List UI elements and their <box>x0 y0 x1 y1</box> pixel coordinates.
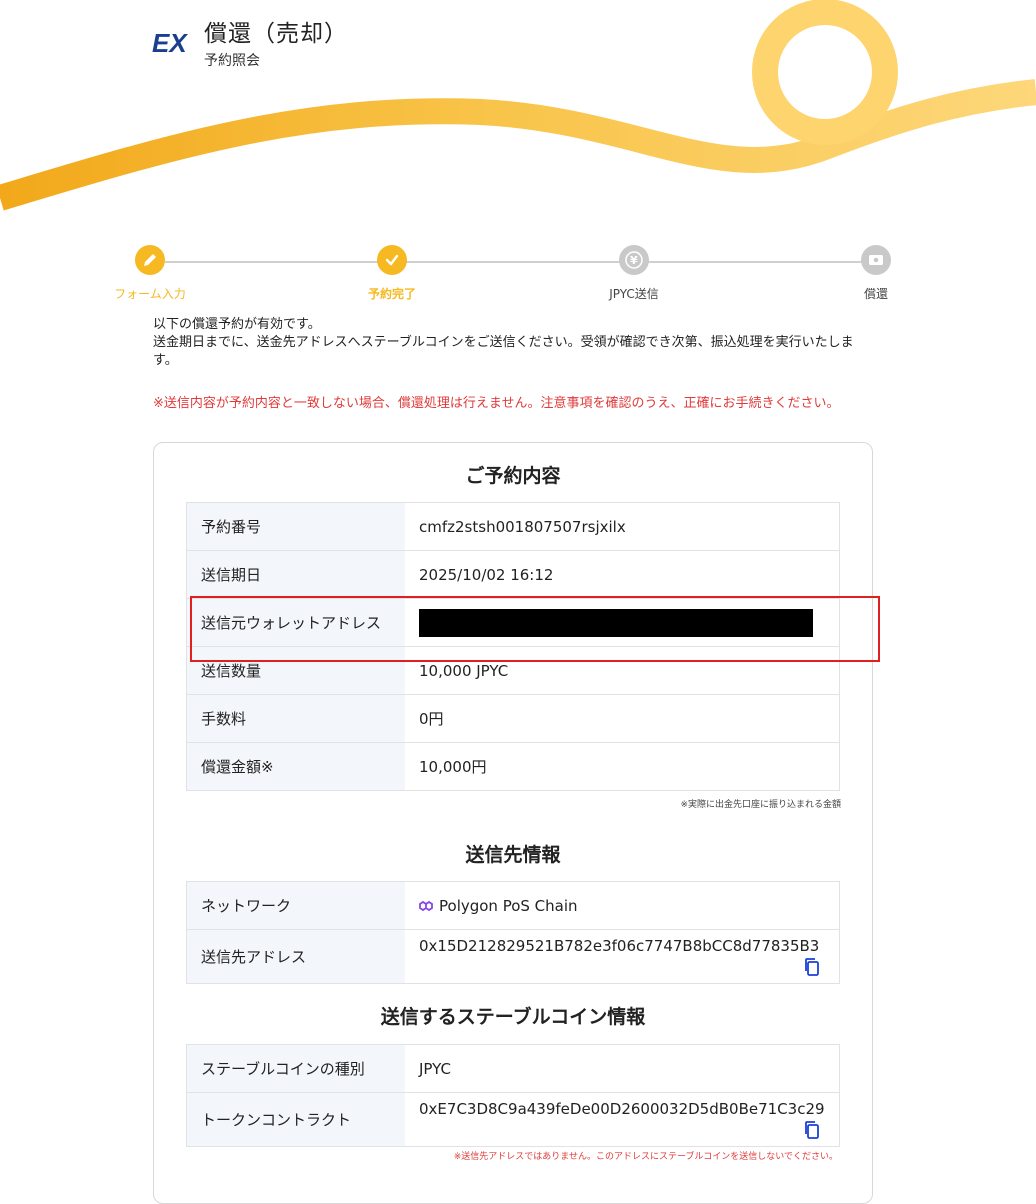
row-label: 償還金額※ <box>186 742 405 791</box>
contract-warning-note: ※送信先アドレスではありません。このアドレスにステーブルコインを送信しないでくだ… <box>453 1152 838 1162</box>
reservation-number: cmfz2stsh001807507rsjxilx <box>405 502 840 551</box>
step-label: JPYC送信 <box>609 287 659 301</box>
warning-message: ※送信内容が予約内容と一致しない場合、償還処理は行えません。注意事項を確認のうえ… <box>153 396 840 411</box>
destination-address-cell: 0x15D212829521B782e3f06c7747B8bCC8d77835… <box>405 929 840 984</box>
destination-table: ネットワーク Polygon PoS Chain 送信先アドレス 0x15D21… <box>186 881 840 984</box>
reservation-section-title: ご予約内容 <box>465 465 561 487</box>
copy-icon[interactable] <box>803 957 821 977</box>
destination-address: 0x15D212829521B782e3f06c7747B8bCC8d77835… <box>419 936 820 955</box>
row-label: 手数料 <box>186 694 405 743</box>
intro-line-1: 以下の償還予約が有効です。 <box>153 317 321 332</box>
destination-section-title: 送信先情報 <box>465 844 561 866</box>
reservation-table: 予約番号 cmfz2stsh001807507rsjxilx 送信期日 2025… <box>186 502 840 791</box>
network-value: Polygon PoS Chain <box>405 881 840 930</box>
table-row: 送信先アドレス 0x15D212829521B782e3f06c7747B8bC… <box>186 929 840 984</box>
table-row: トークンコントラクト 0xE7C3D8C9a439feDe00D2600032D… <box>186 1092 840 1147</box>
row-label: 送信数量 <box>186 646 405 695</box>
reservation-card: ご予約内容 予約番号 cmfz2stsh001807507rsjxilx 送信期… <box>153 442 873 1204</box>
stablecoin-section-title: 送信するステーブルコイン情報 <box>380 1006 646 1028</box>
table-row: 送信期日 2025/10/02 16:12 <box>186 550 840 599</box>
table-row: 予約番号 cmfz2stsh001807507rsjxilx <box>186 502 840 551</box>
pencil-icon <box>135 245 165 275</box>
intro-message: 以下の償還予約が有効です。 送金期日までに、送金先アドレスへステーブルコインをご… <box>153 316 863 370</box>
progress-stepper: フォーム入力 予約完了 ¥ JPYC送信 償還 <box>0 240 1036 310</box>
redacted-block <box>419 608 813 637</box>
row-label: 送信先アドレス <box>186 929 405 984</box>
page-subtitle: 予約照会 <box>204 53 260 69</box>
stablecoin-type: JPYC <box>405 1044 840 1093</box>
network-name: Polygon PoS Chain <box>439 896 578 915</box>
step-label: 償還 <box>863 287 888 301</box>
check-icon <box>377 245 407 275</box>
row-label: ネットワーク <box>186 881 405 930</box>
amount-note: ※実際に出金先口座に振り込まれる金額 <box>680 800 841 810</box>
table-row: 送信数量 10,000 JPYC <box>186 646 840 695</box>
table-row: ネットワーク Polygon PoS Chain <box>186 881 840 930</box>
token-contract-cell: 0xE7C3D8C9a439feDe00D2600032D5dB0Be71C3c… <box>405 1092 840 1147</box>
logo-text: EX <box>152 28 188 56</box>
copy-icon[interactable] <box>803 1120 821 1140</box>
row-label: 予約番号 <box>186 502 405 551</box>
svg-text:¥: ¥ <box>630 254 638 267</box>
stablecoin-table: ステーブルコインの種別 JPYC トークンコントラクト 0xE7C3D8C9a4… <box>186 1044 840 1147</box>
sender-wallet-address <box>405 598 840 647</box>
row-label: 送信期日 <box>186 550 405 599</box>
row-label: ステーブルコインの種別 <box>186 1044 405 1093</box>
table-row: 償還金額※ 10,000円 <box>186 742 840 791</box>
row-label: 送信元ウォレットアドレス <box>186 598 405 647</box>
step-jpyc-send: ¥ JPYC送信 <box>574 245 694 302</box>
polygon-icon <box>419 900 433 912</box>
table-row: 送信元ウォレットアドレス <box>186 598 840 647</box>
token-contract-address: 0xE7C3D8C9a439feDe00D2600032D5dB0Be71C3c… <box>419 1099 825 1118</box>
intro-line-2: 送金期日までに、送金先アドレスへステーブルコインをご送信ください。受領が確認でき… <box>153 335 854 368</box>
step-redemption: 償還 <box>816 245 936 302</box>
fee: 0円 <box>405 694 840 743</box>
send-deadline: 2025/10/02 16:12 <box>405 550 840 599</box>
ex-logo: EX <box>152 28 194 56</box>
cash-icon <box>861 245 891 275</box>
step-form-input: フォーム入力 <box>90 245 210 302</box>
page-title: 償還（売却） <box>204 21 348 47</box>
table-row: ステーブルコインの種別 JPYC <box>186 1044 840 1093</box>
yen-icon: ¥ <box>619 245 649 275</box>
redemption-amount: 10,000円 <box>405 742 840 791</box>
send-amount: 10,000 JPYC <box>405 646 840 695</box>
step-reservation-complete: 予約完了 <box>332 245 452 302</box>
table-row: 手数料 0円 <box>186 694 840 743</box>
step-label: 予約完了 <box>367 287 416 301</box>
step-label: フォーム入力 <box>114 287 186 301</box>
row-label: トークンコントラクト <box>186 1092 405 1147</box>
